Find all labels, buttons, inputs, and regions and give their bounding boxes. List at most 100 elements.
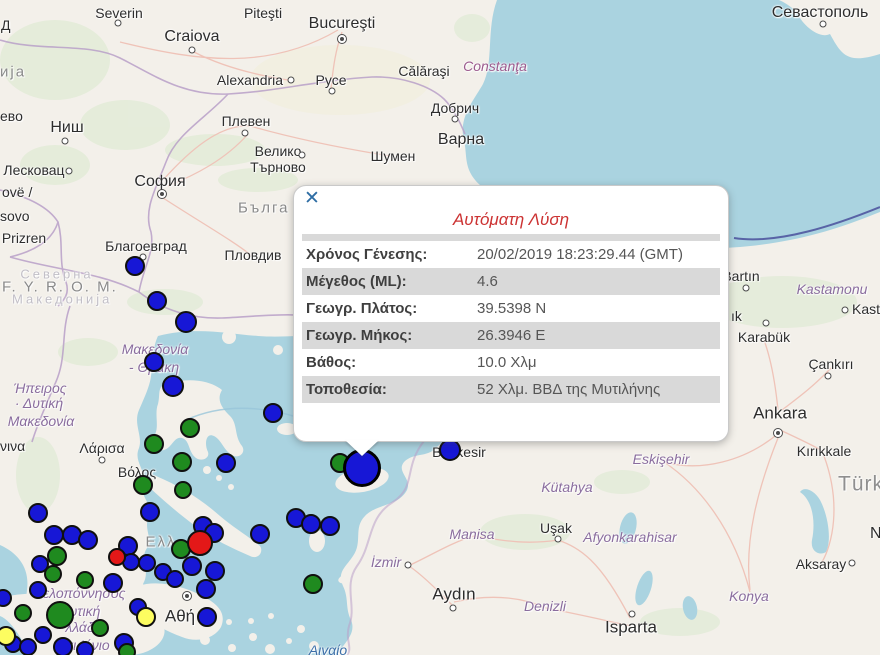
popup-row: Γεωγρ. Μήκος:26.3946 E [302,322,720,349]
map-label: Варна [438,132,484,148]
map-viewport[interactable]: ДSeverinCraiovaPiteştiBucureştiAlexandri… [0,0,880,655]
map-label: Kastamonu [797,282,868,296]
popup-table: Χρόνος Γένεσης:20/02/2019 18:23:29.44 (G… [302,241,720,403]
earthquake-dot-blue[interactable] [125,256,145,276]
map-label: Eskişehir [633,452,690,466]
popup-row-label: Γεωγρ. Πλάτος: [302,295,473,322]
map-label: Kastamonu [852,302,880,316]
map-label: Konya [729,589,769,603]
town-marker [99,457,106,464]
earthquake-dot-blue[interactable] [76,641,94,655]
map-label: Denizli [524,599,566,613]
earthquake-dot-green[interactable] [172,452,192,472]
map-label: Русе [316,73,347,87]
map-label: Αιγαίο [309,643,347,655]
earthquake-dot-blue[interactable] [147,291,167,311]
map-label: Пловдив [225,248,282,262]
town-marker [329,88,336,95]
earthquake-dot-blue[interactable] [34,626,52,644]
map-label: Constanţa [463,59,527,73]
earthquake-dot-green[interactable] [174,481,192,499]
earthquake-dot-blue[interactable] [301,514,321,534]
map-label: Благоевград [105,239,187,253]
earthquake-dot-blue[interactable] [53,637,73,655]
map-label: · Δυτική [15,396,63,410]
map-label: Λάρισα [79,441,124,455]
map-label: Türkiye [838,474,880,495]
town-marker [299,152,306,159]
map-label: Bucureşti [309,16,376,32]
town-marker [450,605,457,612]
earthquake-dot-green[interactable] [180,418,200,438]
popup-row-label: Τοποθεσία: [302,376,473,403]
earthquake-dot-green[interactable] [14,604,32,622]
map-label: Д [1,18,10,32]
capital-marker [773,428,783,438]
popup-row: Χρόνος Γένεσης:20/02/2019 18:23:29.44 (G… [302,241,720,268]
earthquake-dot-blue[interactable] [250,524,270,544]
map-label: νινα [0,439,25,453]
popup-row: Μέγεθος (ML):4.6 [302,268,720,295]
popup-row-value: 39.5398 N [473,295,720,322]
map-label: Македонија [12,293,112,306]
earthquake-dot-blue[interactable] [263,403,283,423]
earthquake-dot-blue[interactable] [216,453,236,473]
earthquake-dot-blue[interactable] [439,439,461,461]
earthquake-dot-blue[interactable] [182,556,202,576]
earthquake-dot-red[interactable] [187,530,213,556]
map-label: sovo [0,209,30,223]
map-label: Севастополь [772,5,869,21]
earthquake-dot-green[interactable] [133,475,153,495]
earthquake-dot-blue[interactable] [44,525,64,545]
earthquake-dot-green[interactable] [47,546,67,566]
popup-tail [345,440,379,456]
earthquake-info-popup: ✕ Αυτόματη Λύση Χρόνος Γένεσης:20/02/201… [293,185,729,442]
town-marker [849,560,856,567]
map-label: Aydın [432,586,475,603]
map-label: Добрич [431,101,479,115]
map-label: Afyonkarahisar [583,530,676,544]
town-marker [763,320,770,327]
earthquake-dot-green[interactable] [76,571,94,589]
earthquake-dot-green[interactable] [44,565,62,583]
map-label: ık [731,309,742,323]
earthquake-dot-blue[interactable] [78,530,98,550]
earthquake-dot-blue[interactable] [196,579,216,599]
earthquake-dot-blue[interactable] [205,561,225,581]
earthquake-dot-red[interactable] [108,548,126,566]
town-marker [743,285,750,292]
earthquake-dot-blue[interactable] [162,375,184,397]
earthquake-dot-blue[interactable] [29,581,47,599]
town-marker [242,130,249,137]
earthquake-dot-green[interactable] [303,574,323,594]
capital-marker [157,189,167,199]
earthquake-dot-blue[interactable] [103,573,123,593]
map-label: Ankara [753,405,807,422]
map-label: Μακεδονία [8,414,74,428]
map-label: İzmir [371,555,401,569]
earthquake-dot-green[interactable] [118,643,136,655]
town-marker [62,138,69,145]
earthquake-dot-blue[interactable] [28,503,48,523]
earthquake-dot-blue[interactable] [320,516,340,536]
earthquake-dot-green[interactable] [46,601,74,629]
town-marker [629,611,636,618]
earthquake-dot-blue[interactable] [19,638,37,655]
earthquake-dot-green[interactable] [144,434,164,454]
popup-row-label: Βάθος: [302,349,473,376]
earthquake-dot-green[interactable] [91,619,109,637]
town-marker [405,562,412,569]
earthquake-dot-yellow[interactable] [136,607,156,627]
map-label: Çankırı [808,357,853,371]
earthquake-dot-blue[interactable] [140,502,160,522]
earthquake-dot-blue[interactable] [175,311,197,333]
map-label: Αθή [165,608,195,625]
map-label: Isparta [605,619,657,636]
town-marker [189,47,196,54]
earthquake-dot-blue[interactable] [166,570,184,588]
earthquake-dot-blue[interactable] [197,607,217,627]
close-icon[interactable]: ✕ [304,189,320,208]
capital-marker [182,591,192,601]
popup-row-label: Μέγεθος (ML): [302,268,473,295]
earthquake-dot-blue[interactable] [144,352,164,372]
